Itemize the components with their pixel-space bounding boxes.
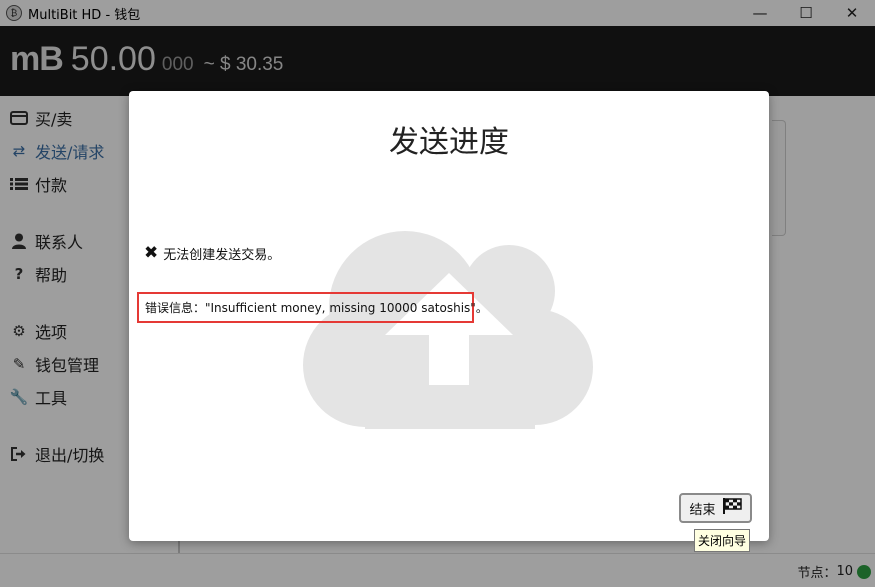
dialog-title: 发送进度 — [389, 125, 509, 160]
error-message-text: 错误信息："Insufficient money, missing 10000 … — [145, 301, 488, 315]
send-status-text: 无法创建发送交易。 — [163, 247, 281, 263]
send-progress-dialog: 发送进度 ✖ 无法创建发送交易。 错误信息："Insufficient mone… — [129, 91, 769, 552]
finish-button-label: 结束 — [689, 502, 716, 518]
checkered-flag-icon — [722, 498, 742, 518]
error-x-icon: ✖ — [144, 243, 159, 263]
send-status-line: ✖ 无法创建发送交易。 — [144, 243, 280, 263]
finish-button[interactable]: 结束 — [679, 493, 752, 523]
finish-tooltip: 关闭向导 — [694, 529, 751, 552]
error-message-box: 错误信息："Insufficient money, missing 10000 … — [137, 292, 488, 323]
cloud-upload-icon — [303, 231, 593, 429]
